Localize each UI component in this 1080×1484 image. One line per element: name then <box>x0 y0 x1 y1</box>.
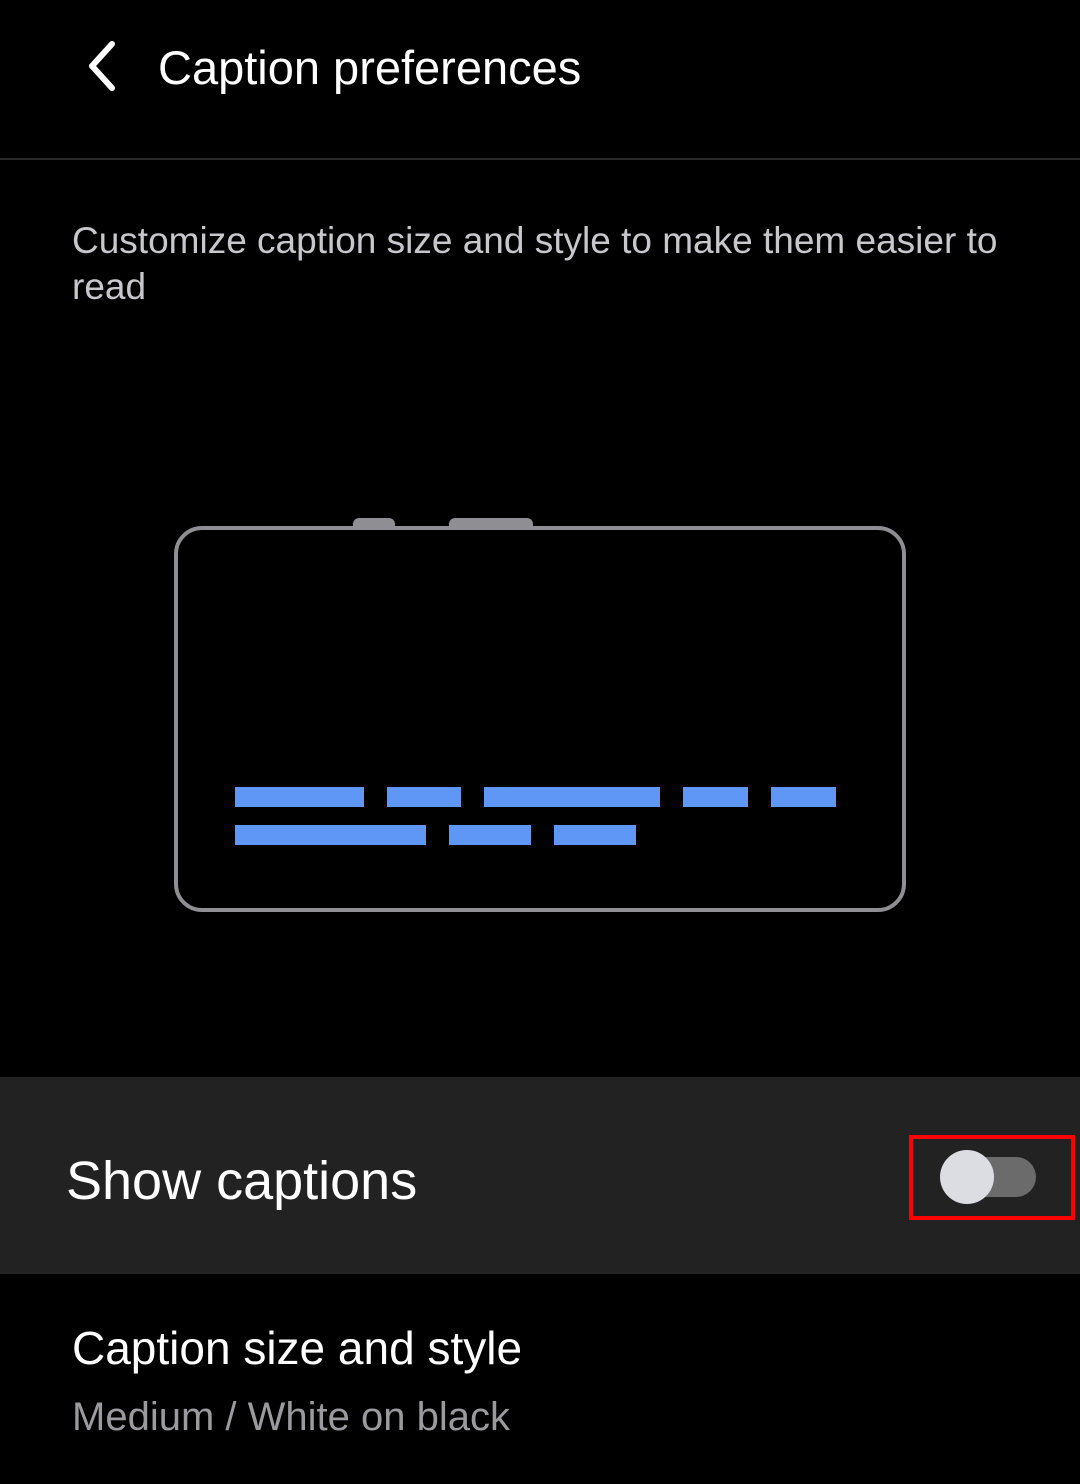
caption-size-and-style-title: Caption size and style <box>72 1322 523 1374</box>
show-captions-label: Show captions <box>66 1151 418 1211</box>
caption-word <box>771 787 836 807</box>
description-text: Customize caption size and style to make… <box>72 220 998 307</box>
caption-word <box>449 825 531 845</box>
back-button[interactable] <box>62 26 142 106</box>
caption-word <box>484 787 660 807</box>
caption-word <box>235 787 364 807</box>
caption-word <box>235 825 426 845</box>
chevron-left-icon <box>89 41 115 91</box>
caption-word <box>554 825 636 845</box>
caption-word <box>387 787 461 807</box>
caption-preview-illustration <box>174 518 906 912</box>
caption-word <box>683 787 748 807</box>
show-captions-row[interactable]: Show captions <box>0 1077 1080 1274</box>
caption-size-and-style-item[interactable]: Caption size and style Medium / White on… <box>0 1280 1080 1484</box>
show-captions-toggle[interactable] <box>940 1150 1038 1204</box>
toggle-thumb <box>940 1150 994 1204</box>
app-bar: Caption preferences <box>0 0 1080 160</box>
caption-size-and-style-summary: Medium / White on black <box>72 1395 510 1439</box>
page-title: Caption preferences <box>158 41 582 94</box>
phone-frame <box>174 526 906 912</box>
